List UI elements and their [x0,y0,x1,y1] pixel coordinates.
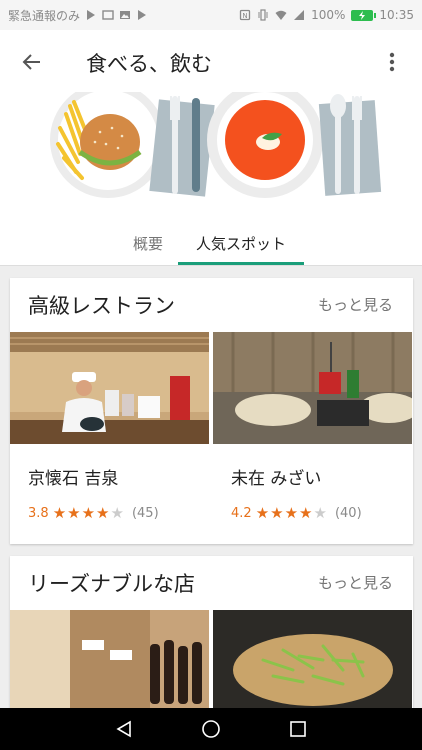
star-filled-icon: ★ [299,504,313,522]
spoon-fork-icon [318,94,382,196]
restaurant-photo-image [10,610,209,722]
battery-percent: 100% [311,8,346,22]
star-rating: ★ ★ ★ ★ ★ [256,506,327,521]
star-empty-icon: ★ [313,504,327,522]
restaurant-photo-image [213,610,412,722]
system-nav-bar [0,708,422,750]
rating-row: 4.2 ★ ★ ★ ★ ★ (40) [231,506,362,522]
nav-home-button[interactable] [197,715,225,743]
star-filled-icon: ★ [284,504,299,522]
circle-home-icon [202,720,220,738]
review-count: (40) [334,506,362,521]
soup-bowl-icon [207,92,323,198]
star-empty-icon: ★ [110,504,124,522]
place-name[interactable]: 未在 みざい [231,464,321,489]
place-photo[interactable] [10,610,209,722]
review-count: (45) [131,506,159,521]
divider [0,265,422,266]
cast-icon [102,10,114,20]
svg-text:N: N [242,12,247,20]
tab-overview[interactable]: 概要 [118,220,178,266]
food-hero-illustration [50,92,382,198]
place-photo[interactable] [213,332,412,444]
restaurant-photo-image [213,332,412,444]
nfc-icon: N [239,9,251,21]
arrow-left-icon [22,54,40,70]
section-card-luxury: 高級レストラン もっと見る 京懐石 吉泉 未在 みざい 3.8 ★ ★ ★ ★ … [10,278,413,544]
play-store-icon [87,10,96,20]
star-filled-icon: ★ [96,504,110,522]
star-filled-icon: ★ [255,504,270,522]
section-card-reasonable: リーズナブルな店 もっと見る [10,556,413,722]
app-header: 食べる、飲む 概要 人気スポット [0,30,422,266]
image-icon [120,11,131,19]
star-filled-icon: ★ [52,504,67,522]
status-bar: 緊急通報のみ N 100% 10:35 [0,0,422,30]
nav-back-button[interactable] [110,715,138,743]
rating-value: 3.8 [28,506,49,521]
play-store-icon [138,10,147,20]
more-options-button[interactable] [380,48,404,76]
restaurant-photo-image [10,332,209,444]
vibrate-icon [258,9,268,21]
rating-value: 4.2 [231,506,252,521]
clock: 10:35 [379,8,414,22]
square-recents-icon [290,721,307,737]
notification-text: 緊急通報のみ [8,8,81,23]
burger-plate-icon [50,92,166,198]
back-button[interactable] [16,46,48,78]
nav-recents-button[interactable] [284,715,312,743]
tab-bar: 概要 人気スポット [0,220,422,266]
see-more-button[interactable]: もっと見る [318,572,393,593]
place-name[interactable]: 京懐石 吉泉 [28,464,118,489]
place-photo[interactable] [10,332,209,444]
see-more-button[interactable]: もっと見る [318,294,393,315]
signal-icon [294,10,305,20]
fork-knife-icon [149,96,215,197]
battery-icon [351,9,377,21]
more-vert-icon [389,52,395,72]
star-filled-icon: ★ [81,504,96,522]
star-filled-icon: ★ [270,504,284,522]
place-photo[interactable] [213,610,412,722]
star-rating: ★ ★ ★ ★ ★ [53,506,124,521]
star-filled-icon: ★ [67,504,81,522]
tab-popular-spots[interactable]: 人気スポット [178,220,304,266]
rating-row: 3.8 ★ ★ ★ ★ ★ (45) [28,506,159,522]
page-title: 食べる、飲む [86,52,212,76]
card-header: 高級レストラン もっと見る [10,278,413,332]
section-title: リーズナブルな店 [28,572,195,596]
wifi-icon [275,10,287,20]
section-title: 高級レストラン [28,294,175,318]
triangle-back-icon [116,720,131,738]
card-header: リーズナブルな店 もっと見る [10,556,413,610]
